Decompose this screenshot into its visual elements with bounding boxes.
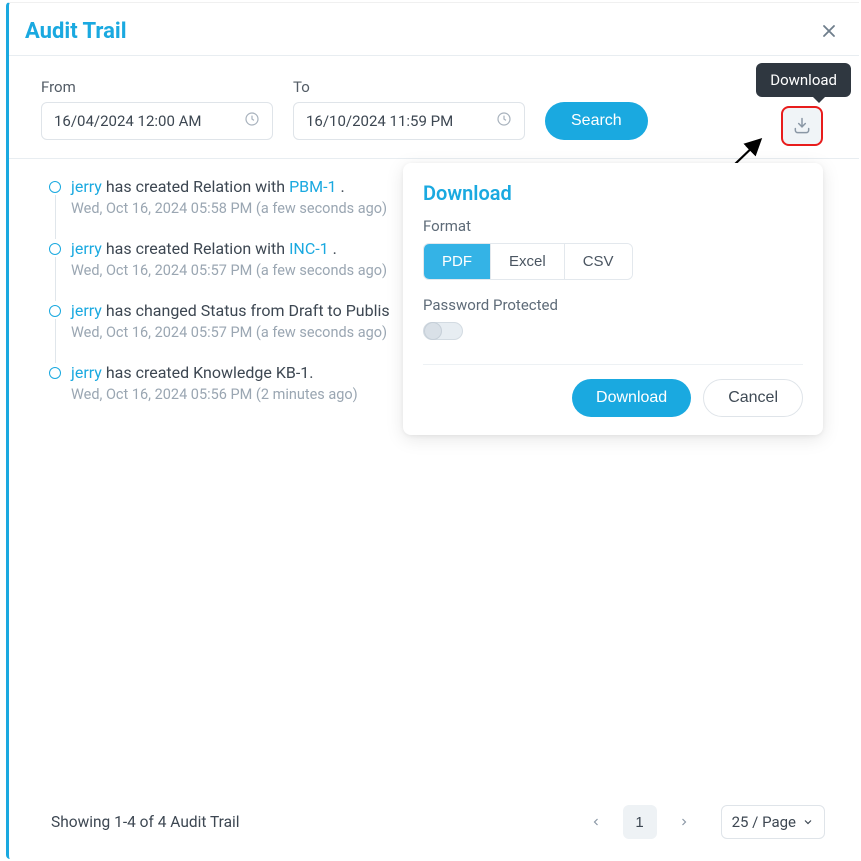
- format-csv[interactable]: CSV: [565, 244, 632, 279]
- user-link[interactable]: jerry: [71, 301, 102, 320]
- filters-bar: From 16/04/2024 12:00 AM To 16/10/2024 1…: [9, 56, 859, 159]
- timeline-bullet: [49, 367, 61, 379]
- prev-page-button[interactable]: [579, 805, 613, 839]
- user-link[interactable]: jerry: [71, 363, 102, 382]
- from-field: From 16/04/2024 12:00 AM: [41, 78, 273, 140]
- page-title: Audit Trail: [25, 19, 127, 44]
- page-size-select[interactable]: 25 / Page: [721, 805, 825, 839]
- password-label: Password Protected: [423, 296, 803, 314]
- to-input[interactable]: 16/10/2024 11:59 PM: [293, 102, 525, 140]
- cancel-button[interactable]: Cancel: [703, 379, 803, 417]
- from-input[interactable]: 16/04/2024 12:00 AM: [41, 102, 273, 140]
- format-excel[interactable]: Excel: [491, 244, 565, 279]
- format-pdf[interactable]: PDF: [424, 244, 491, 279]
- chevron-down-icon: [802, 816, 814, 828]
- download-popover: Download Format PDF Excel CSV Password P…: [403, 163, 823, 435]
- audit-trail-modal: Audit Trail Download From 16/04/2024 12:…: [6, 2, 859, 859]
- next-page-button[interactable]: [667, 805, 701, 839]
- to-value: 16/10/2024 11:59 PM: [306, 112, 453, 130]
- format-label: Format: [423, 217, 803, 235]
- password-toggle[interactable]: [423, 322, 463, 340]
- close-icon[interactable]: [815, 17, 843, 45]
- from-value: 16/04/2024 12:00 AM: [54, 112, 202, 130]
- clock-icon: [244, 111, 260, 131]
- clock-icon: [496, 111, 512, 131]
- to-label: To: [293, 78, 525, 96]
- timeline-bullet: [49, 243, 61, 255]
- user-link[interactable]: jerry: [71, 177, 102, 196]
- footer-bar: Showing 1-4 of 4 Audit Trail 1 25 / Page: [15, 789, 857, 859]
- object-link[interactable]: INC-1: [289, 239, 329, 258]
- download-button[interactable]: Download: [572, 379, 691, 417]
- download-icon-button[interactable]: [781, 106, 823, 146]
- to-field: To 16/10/2024 11:59 PM: [293, 78, 525, 140]
- modal-header: Audit Trail: [9, 3, 859, 55]
- object-link[interactable]: PBM-1: [289, 177, 336, 196]
- format-segmented: PDF Excel CSV: [423, 243, 633, 280]
- pager: 1 25 / Page: [579, 805, 825, 839]
- popover-title: Download: [423, 181, 803, 205]
- search-button[interactable]: Search: [545, 102, 648, 140]
- from-label: From: [41, 78, 273, 96]
- timeline-bullet: [49, 181, 61, 193]
- timeline-bullet: [49, 305, 61, 317]
- download-tooltip: Download: [756, 63, 851, 97]
- page-1-button[interactable]: 1: [623, 805, 657, 839]
- user-link[interactable]: jerry: [71, 239, 102, 258]
- page-size-label: 25 / Page: [732, 813, 796, 831]
- showing-text: Showing 1-4 of 4 Audit Trail: [51, 813, 240, 831]
- popover-divider: [423, 364, 803, 365]
